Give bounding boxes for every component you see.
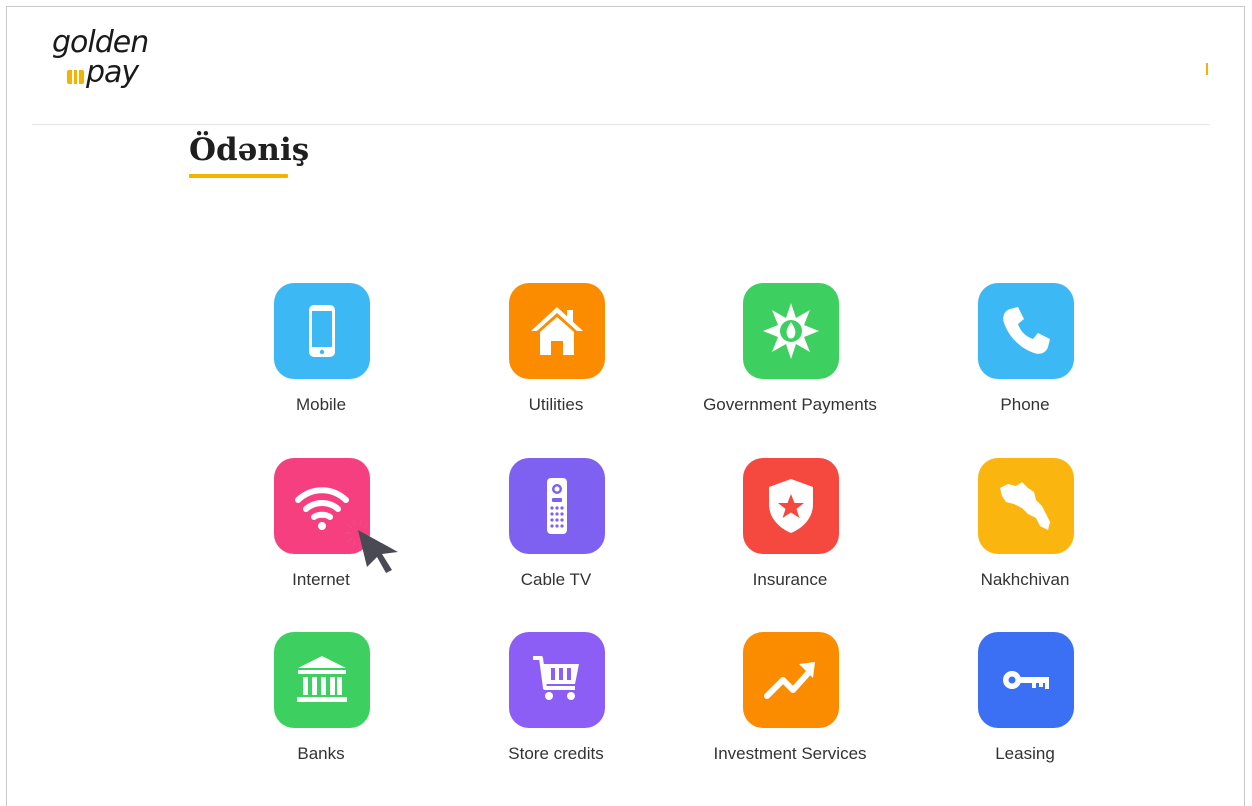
category-icon-box — [509, 632, 605, 728]
remote-control-icon — [547, 478, 567, 534]
category-label: Nakhchivan — [980, 570, 1070, 589]
category-banks[interactable]: Banks — [201, 632, 441, 782]
category-icon-box — [509, 458, 605, 554]
category-label: Cable TV — [520, 570, 592, 589]
category-icon-box — [274, 458, 370, 554]
category-utilities[interactable]: Utilities — [436, 283, 676, 433]
house-icon — [531, 307, 583, 355]
category-internet[interactable]: Internet — [201, 458, 441, 608]
bank-building-icon — [297, 656, 347, 702]
telephone-icon — [1003, 307, 1050, 354]
trend-up-arrow-icon — [764, 662, 815, 699]
category-store-credits[interactable]: Store credits — [436, 632, 676, 782]
category-icon-box — [743, 632, 839, 728]
category-label: Investment Services — [713, 744, 867, 763]
category-icon-box — [509, 283, 605, 379]
key-icon — [1003, 671, 1049, 689]
mobile-phone-icon — [309, 305, 335, 357]
category-label: Insurance — [752, 570, 828, 589]
title-underline — [189, 174, 288, 178]
category-label: Banks — [297, 744, 345, 763]
government-emblem-icon — [763, 303, 819, 359]
category-mobile[interactable]: Mobile — [201, 283, 441, 433]
category-icon-box — [978, 283, 1074, 379]
category-insurance[interactable]: Insurance — [670, 458, 910, 608]
header-divider — [32, 124, 1210, 125]
category-phone[interactable]: Phone — [905, 283, 1145, 433]
category-icon-box — [274, 283, 370, 379]
category-nakhchivan[interactable]: Nakhchivan — [905, 458, 1145, 608]
category-icon-box — [743, 458, 839, 554]
nakhchivan-map-icon — [1000, 482, 1050, 530]
category-label: Government Payments — [703, 395, 877, 414]
category-label: Utilities — [528, 395, 584, 414]
category-icon-box — [274, 632, 370, 728]
category-icon-box — [743, 283, 839, 379]
category-label: Leasing — [995, 744, 1055, 763]
category-government-payments[interactable]: Government Payments — [670, 283, 910, 433]
category-investment-services[interactable]: Investment Services — [670, 632, 910, 782]
category-icon-box — [978, 632, 1074, 728]
category-leasing[interactable]: Leasing — [905, 632, 1145, 782]
logo-chip-icon — [67, 70, 84, 84]
shopping-cart-icon — [533, 656, 579, 700]
category-cable-tv[interactable]: Cable TV — [436, 458, 676, 608]
wifi-icon — [295, 487, 349, 530]
category-icon-box — [978, 458, 1074, 554]
page-title: Ödəniş — [189, 132, 310, 168]
shield-star-icon — [769, 479, 813, 533]
goldenpay-logo[interactable]: golden pay — [52, 26, 162, 98]
header-accent-mark — [1206, 63, 1208, 75]
category-label: Phone — [1000, 395, 1050, 414]
logo-text-pay: pay — [86, 55, 139, 90]
category-label: Internet — [292, 570, 350, 589]
category-label: Mobile — [295, 395, 347, 414]
category-label: Store credits — [508, 744, 604, 763]
